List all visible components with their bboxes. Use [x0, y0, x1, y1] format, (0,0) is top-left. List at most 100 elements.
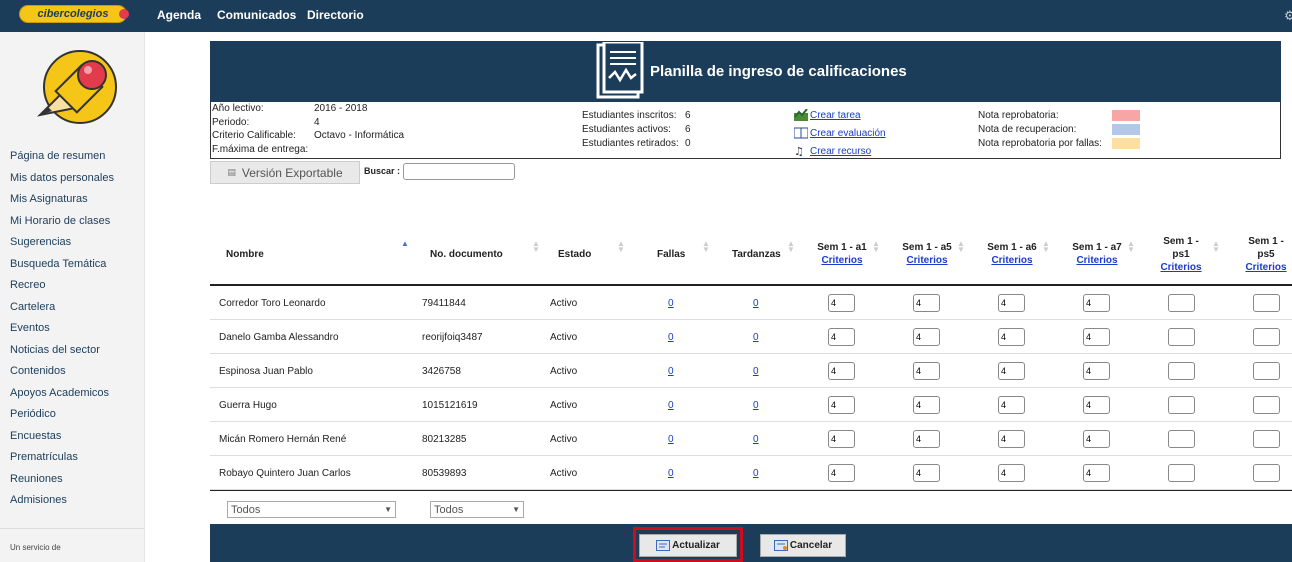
sidebar-item-resumen[interactable]: Página de resumen — [10, 150, 114, 172]
sidebar-item-busqueda[interactable]: Busqueda Temática — [10, 258, 114, 280]
sort-icon[interactable]: ▲ ▼ — [787, 240, 795, 254]
col-header-estado[interactable]: Estado — [558, 225, 591, 283]
grade-input[interactable] — [1083, 396, 1110, 414]
grade-input[interactable] — [998, 328, 1025, 346]
criterios-link[interactable]: Criterios — [1076, 254, 1117, 267]
grade-input[interactable] — [998, 362, 1025, 380]
criterios-link[interactable]: Criterios — [991, 254, 1032, 267]
sidebar-item-asignaturas[interactable]: Mis Asignaturas — [10, 193, 114, 215]
grade-input[interactable] — [1253, 430, 1280, 448]
sort-icon[interactable]: ▲ ▼ — [702, 240, 710, 254]
grade-input[interactable] — [913, 430, 940, 448]
grade-input[interactable] — [1253, 362, 1280, 380]
criterios-link[interactable]: Criterios — [1160, 261, 1201, 274]
grade-input[interactable] — [1083, 464, 1110, 482]
tardanzas-link[interactable]: 0 — [753, 298, 759, 309]
sidebar-item-contenidos[interactable]: Contenidos — [10, 365, 114, 387]
cancel-button[interactable]: Cancelar — [760, 534, 846, 557]
sidebar-item-datos-personales[interactable]: Mis datos personales — [10, 172, 114, 194]
estado-filter-select-2[interactable]: Todos ▼ — [430, 501, 524, 518]
create-evaluation-link[interactable]: Crear evaluación — [794, 124, 886, 142]
grade-input[interactable] — [828, 362, 855, 380]
grade-input[interactable] — [1168, 328, 1195, 346]
col-header-documento[interactable]: No. documento — [430, 225, 503, 283]
profile-avatar-icon[interactable] — [36, 49, 118, 127]
sort-asc-icon[interactable]: ▲ — [401, 240, 409, 248]
sidebar-item-periodico[interactable]: Periódico — [10, 408, 114, 430]
tardanzas-link[interactable]: 0 — [753, 400, 759, 411]
estado-filter-select[interactable]: Todos ▼ — [227, 501, 396, 518]
grade-input[interactable] — [1253, 328, 1280, 346]
grade-input[interactable] — [828, 430, 855, 448]
export-button[interactable]: ▤ Versión Exportable — [210, 161, 360, 184]
sidebar-item-apoyos[interactable]: Apoyos Academicos — [10, 387, 114, 409]
sort-icon[interactable]: ▲ ▼ — [957, 240, 965, 254]
fallas-link[interactable]: 0 — [668, 366, 674, 377]
grade-input[interactable] — [913, 362, 940, 380]
grade-input[interactable] — [1083, 430, 1110, 448]
col-header-tardanzas[interactable]: Tardanzas — [732, 225, 781, 283]
tardanzas-link[interactable]: 0 — [753, 332, 759, 343]
sidebar-item-prematriculas[interactable]: Prematrículas — [10, 451, 114, 473]
fallas-link[interactable]: 0 — [668, 468, 674, 479]
grade-input[interactable] — [1168, 362, 1195, 380]
cibercolegios-logo[interactable]: cibercolegios — [19, 5, 129, 23]
tardanzas-link[interactable]: 0 — [753, 434, 759, 445]
sidebar-item-reuniones[interactable]: Reuniones — [10, 473, 114, 495]
create-task-link[interactable]: Crear tarea — [794, 106, 886, 124]
grade-input[interactable] — [1253, 464, 1280, 482]
grade-input[interactable] — [828, 294, 855, 312]
grade-input[interactable] — [1168, 464, 1195, 482]
sort-icon[interactable]: ▲ ▼ — [1042, 240, 1050, 254]
fallas-link[interactable]: 0 — [668, 298, 674, 309]
sidebar-item-cartelera[interactable]: Cartelera — [10, 301, 114, 323]
sidebar-item-horario[interactable]: Mi Horario de clases — [10, 215, 114, 237]
grade-input[interactable] — [1083, 294, 1110, 312]
gear-icon[interactable]: ⚙ — [1284, 8, 1292, 23]
nav-agenda[interactable]: Agenda — [157, 8, 201, 22]
sidebar-item-admisiones[interactable]: Admisiones — [10, 494, 114, 516]
sidebar-item-eventos[interactable]: Eventos — [10, 322, 114, 344]
criterios-link[interactable]: Criterios — [821, 254, 862, 267]
fallas-link[interactable]: 0 — [668, 332, 674, 343]
sidebar-item-encuestas[interactable]: Encuestas — [10, 430, 114, 452]
grade-input[interactable] — [913, 294, 940, 312]
grade-input[interactable] — [913, 328, 940, 346]
grade-input[interactable] — [1083, 362, 1110, 380]
sort-icon[interactable]: ▲ ▼ — [1127, 240, 1135, 254]
search-input[interactable] — [403, 163, 515, 180]
tardanzas-link[interactable]: 0 — [753, 366, 759, 377]
sort-icon[interactable]: ▲ ▼ — [617, 240, 625, 254]
update-button[interactable]: Actualizar — [639, 534, 737, 557]
sort-icon[interactable]: ▲ ▼ — [532, 240, 540, 254]
criterios-link[interactable]: Criterios — [906, 254, 947, 267]
grade-input[interactable] — [1168, 396, 1195, 414]
grade-input[interactable] — [828, 396, 855, 414]
grade-input[interactable] — [998, 464, 1025, 482]
sort-icon[interactable]: ▲ ▼ — [1212, 240, 1220, 254]
nav-comunicados[interactable]: Comunicados — [217, 8, 296, 22]
criterios-link[interactable]: Criterios — [1245, 261, 1286, 274]
nav-directorio[interactable]: Directorio — [307, 8, 364, 22]
fallas-link[interactable]: 0 — [668, 400, 674, 411]
grade-input[interactable] — [1083, 328, 1110, 346]
sort-icon[interactable]: ▲ ▼ — [872, 240, 880, 254]
tardanzas-link[interactable]: 0 — [753, 468, 759, 479]
grade-input[interactable] — [1253, 294, 1280, 312]
grade-input[interactable] — [1168, 294, 1195, 312]
create-resource-link[interactable]: ♫ Crear recurso — [794, 142, 886, 160]
grade-input[interactable] — [1253, 396, 1280, 414]
grade-input[interactable] — [1168, 430, 1195, 448]
grade-input[interactable] — [828, 464, 855, 482]
grade-input[interactable] — [998, 294, 1025, 312]
grade-input[interactable] — [913, 464, 940, 482]
fallas-link[interactable]: 0 — [668, 434, 674, 445]
grade-input[interactable] — [828, 328, 855, 346]
sidebar-item-sugerencias[interactable]: Sugerencias — [10, 236, 114, 258]
sidebar-item-noticias[interactable]: Noticias del sector — [10, 344, 114, 366]
col-header-fallas[interactable]: Fallas — [657, 225, 685, 283]
sidebar-item-recreo[interactable]: Recreo — [10, 279, 114, 301]
grade-input[interactable] — [998, 396, 1025, 414]
col-header-nombre[interactable]: Nombre — [226, 225, 264, 283]
grade-input[interactable] — [998, 430, 1025, 448]
